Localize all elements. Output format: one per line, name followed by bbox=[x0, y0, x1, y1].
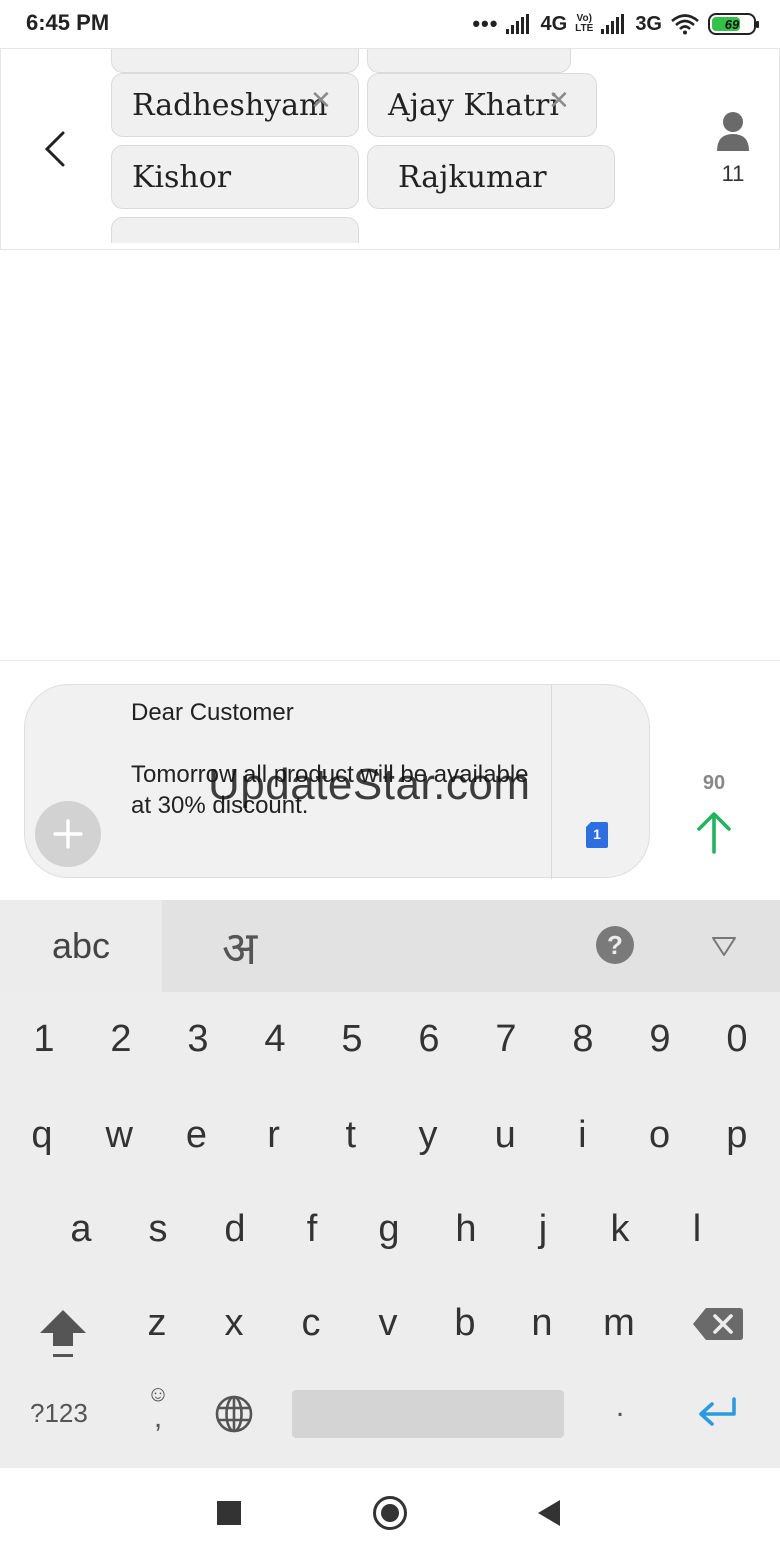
key-j[interactable]: j bbox=[513, 1204, 573, 1254]
key-2[interactable]: 2 bbox=[91, 1014, 151, 1064]
key-y[interactable]: y bbox=[398, 1110, 458, 1160]
notification-dots: ••• bbox=[472, 11, 499, 36]
recipient-chip[interactable]: Rajkumar bbox=[367, 145, 615, 209]
recents-square-icon[interactable] bbox=[217, 1501, 241, 1525]
key-d[interactable]: d bbox=[205, 1204, 265, 1254]
sim-selector[interactable]: 1 bbox=[585, 821, 609, 849]
key-z[interactable]: z bbox=[127, 1298, 187, 1348]
recipient-chip-name: Kishor bbox=[132, 159, 232, 195]
key-s[interactable]: s bbox=[128, 1204, 188, 1254]
space-key[interactable] bbox=[292, 1390, 564, 1438]
key-9[interactable]: 9 bbox=[630, 1014, 690, 1064]
comma-key-label: , bbox=[153, 1401, 163, 1434]
collapse-keyboard-icon[interactable] bbox=[710, 934, 738, 958]
signal-icon bbox=[506, 14, 530, 34]
key-h[interactable]: h bbox=[436, 1204, 496, 1254]
enter-key-icon[interactable] bbox=[696, 1396, 738, 1430]
key-f[interactable]: f bbox=[282, 1204, 342, 1254]
status-icons: ••• 4G Vo) LTE 3G 69 bbox=[472, 10, 759, 38]
remove-recipient-icon[interactable]: ✕ bbox=[548, 86, 570, 116]
tab-hindi[interactable]: अ ? bbox=[162, 900, 780, 992]
recipient-chip[interactable]: Kishor bbox=[111, 145, 359, 209]
recipient-chip-name: Radheshyam bbox=[132, 87, 328, 123]
remove-recipient-icon[interactable]: ✕ bbox=[310, 86, 332, 116]
key-v[interactable]: v bbox=[358, 1298, 418, 1348]
plus-icon bbox=[53, 819, 83, 849]
key-q[interactable]: q bbox=[12, 1110, 72, 1160]
backspace-key-icon[interactable] bbox=[692, 1306, 744, 1342]
tab-abc[interactable]: abc bbox=[0, 900, 162, 992]
key-0[interactable]: 0 bbox=[707, 1014, 767, 1064]
character-counter: 90 bbox=[702, 772, 726, 794]
key-5[interactable]: 5 bbox=[322, 1014, 382, 1064]
key-7[interactable]: 7 bbox=[476, 1014, 536, 1064]
period-key[interactable]: . bbox=[608, 1390, 632, 1424]
recipients-header: Radheshyam ✕ Ajay Khatri ✕ Kishor Rajkum… bbox=[0, 48, 780, 250]
emoji-comma-key[interactable]: ☺ , bbox=[140, 1382, 176, 1440]
key-l[interactable]: l bbox=[667, 1204, 727, 1254]
key-b[interactable]: b bbox=[435, 1298, 495, 1348]
attach-button[interactable] bbox=[35, 801, 101, 867]
compose-separator bbox=[551, 685, 552, 879]
home-circle-icon[interactable] bbox=[373, 1496, 407, 1530]
recipient-chip-name: Rajkumar bbox=[398, 159, 547, 195]
network-type-1: 4G bbox=[540, 12, 568, 35]
volte-line-2: LTE bbox=[575, 23, 594, 34]
key-c[interactable]: c bbox=[281, 1298, 341, 1348]
recipient-chip-hidden-bottom[interactable] bbox=[111, 217, 359, 243]
battery-icon: 69 bbox=[708, 13, 759, 35]
recipient-chip[interactable]: Ajay Khatri ✕ bbox=[367, 73, 597, 137]
globe-icon[interactable] bbox=[214, 1394, 254, 1434]
key-8[interactable]: 8 bbox=[553, 1014, 613, 1064]
key-x[interactable]: x bbox=[204, 1298, 264, 1348]
recipient-chip[interactable]: Radheshyam ✕ bbox=[111, 73, 359, 137]
recipient-count: 11 bbox=[721, 161, 745, 186]
key-r[interactable]: r bbox=[244, 1110, 304, 1160]
send-arrow-icon[interactable] bbox=[694, 810, 734, 854]
key-6[interactable]: 6 bbox=[399, 1014, 459, 1064]
key-1[interactable]: 1 bbox=[14, 1014, 74, 1064]
volte-badge: Vo) LTE bbox=[575, 14, 593, 34]
key-k[interactable]: k bbox=[590, 1204, 650, 1254]
person-icon bbox=[717, 112, 749, 151]
recipient-chip-list[interactable]: Radheshyam ✕ Ajay Khatri ✕ Kishor Rajkum… bbox=[111, 49, 621, 243]
key-n[interactable]: n bbox=[512, 1298, 572, 1348]
key-u[interactable]: u bbox=[475, 1110, 535, 1160]
contacts-button[interactable]: 11 bbox=[709, 111, 757, 201]
key-e[interactable]: e bbox=[166, 1110, 226, 1160]
key-3[interactable]: 3 bbox=[168, 1014, 228, 1064]
status-bar: 6:45 PM ••• 4G Vo) LTE 3G 69 bbox=[0, 0, 780, 48]
symbols-key[interactable]: ?123 bbox=[30, 1398, 88, 1429]
battery-level: 69 bbox=[724, 16, 740, 32]
sim-slot-number: 1 bbox=[593, 826, 601, 842]
compose-divider bbox=[0, 660, 780, 661]
help-icon[interactable]: ? bbox=[596, 926, 634, 964]
recipient-chip-hidden-top-1[interactable] bbox=[111, 49, 359, 73]
tab-hindi-label: अ bbox=[222, 921, 258, 975]
key-g[interactable]: g bbox=[359, 1204, 419, 1254]
network-type-2: 3G bbox=[635, 12, 662, 35]
key-t[interactable]: t bbox=[321, 1110, 381, 1160]
key-m[interactable]: m bbox=[589, 1298, 649, 1348]
back-triangle-icon[interactable] bbox=[536, 1498, 562, 1528]
key-i[interactable]: i bbox=[552, 1110, 612, 1160]
status-time: 6:45 PM bbox=[26, 10, 110, 35]
recipient-chip-name: Ajay Khatri bbox=[388, 87, 559, 123]
back-arrow-icon[interactable] bbox=[37, 129, 77, 169]
shift-key-icon[interactable] bbox=[36, 1304, 90, 1360]
signal-icon-2 bbox=[601, 14, 625, 34]
navigation-bar bbox=[0, 1468, 780, 1560]
key-w[interactable]: w bbox=[89, 1110, 149, 1160]
watermark: UpdateStar.com bbox=[208, 760, 531, 809]
key-a[interactable]: a bbox=[51, 1204, 111, 1254]
key-p[interactable]: p bbox=[707, 1110, 767, 1160]
key-o[interactable]: o bbox=[630, 1110, 690, 1160]
wifi-icon bbox=[671, 14, 699, 35]
recipient-chip-hidden-top-2[interactable] bbox=[367, 49, 571, 73]
keyboard: abc अ ? 1234567890 qwertyuiop asdfghjkl zxc… bbox=[0, 900, 780, 1468]
key-4[interactable]: 4 bbox=[245, 1014, 305, 1064]
keyboard-toolbar: abc अ ? bbox=[0, 900, 780, 992]
